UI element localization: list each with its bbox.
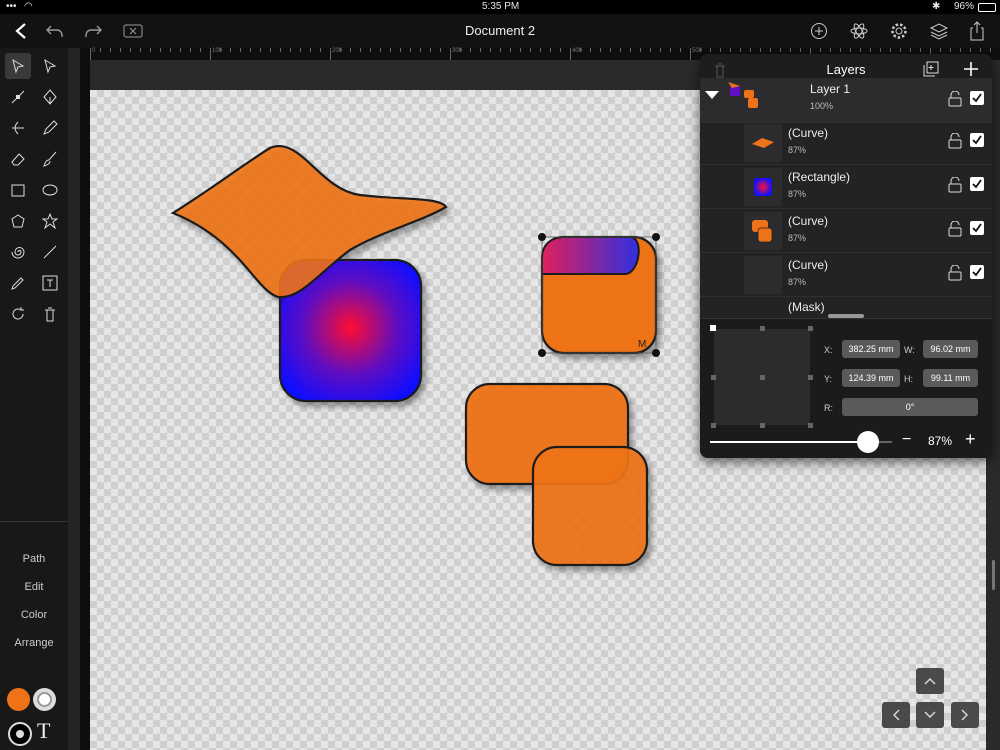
right-panel-handle[interactable] [992,560,995,590]
layers-panel: Layers Layer 1 100% (Curve) 87% (Rectang… [700,54,992,458]
y-field[interactable]: 124.39 mm [842,369,900,387]
lock-open-icon[interactable] [948,91,962,107]
anchor-point[interactable] [760,326,765,331]
layer-name: (Curve) [788,126,829,140]
anchor-point[interactable] [711,375,716,380]
duplicate-icon [923,61,939,77]
x-field[interactable]: 382.25 mm [842,340,900,358]
nudge-left-button[interactable] [882,702,910,728]
chevron-left-icon [893,709,900,721]
trash-icon [715,63,725,78]
rotation-field[interactable]: 0° [842,398,978,416]
opacity-increase-button[interactable]: + [965,429,976,450]
checkmark-icon [972,93,982,103]
checkmark-icon [972,267,982,277]
layer-row[interactable]: (Rectangle) 87% [700,164,992,209]
layer-thumbnail [744,212,782,250]
lock-open-icon[interactable] [948,133,962,149]
orange-rounded-rect-bottom[interactable] [531,445,649,567]
opacity-slider[interactable] [710,431,892,453]
lock-open-icon[interactable] [948,265,962,281]
chevron-right-icon [961,709,968,721]
chevron-down-icon [924,711,936,718]
layer-name: (Curve) [788,258,829,272]
opacity-decrease-button[interactable]: − [902,431,911,449]
h-label: H: [904,374,913,384]
selection-handle[interactable] [538,233,546,241]
visibility-checkbox[interactable] [970,177,984,191]
plus-icon [964,62,978,76]
w-label: W: [904,345,915,355]
mask-marker-label: M [638,339,646,350]
layer-opacity: 87% [788,277,807,287]
opacity-slider-fill [710,441,869,443]
selection-handle[interactable] [538,349,546,357]
disclosure-triangle-icon[interactable] [704,90,720,100]
lock-open-icon[interactable] [948,177,962,193]
visibility-checkbox[interactable] [970,133,984,147]
layer-name: (Curve) [788,214,829,228]
h-field[interactable]: 99.11 mm [923,369,978,387]
layer-opacity: 87% [788,189,807,199]
x-label: X: [824,345,833,355]
anchor-point[interactable] [760,375,765,380]
visibility-checkbox[interactable] [970,91,984,105]
nudge-down-button[interactable] [916,702,944,728]
anchor-point[interactable] [808,326,813,331]
r-label: R: [824,403,833,413]
nudge-right-button[interactable] [951,702,979,728]
checkmark-icon [972,179,982,189]
checkmark-icon [972,223,982,233]
opacity-value: 87% [928,434,953,448]
layer-row[interactable]: (Curve) 87% [700,208,992,253]
visibility-checkbox[interactable] [970,221,984,235]
checkmark-icon [972,135,982,145]
layer-name: Layer 1 [810,82,851,96]
chevron-up-icon [924,678,936,685]
layer-row[interactable]: (Curve) 87% [700,252,992,297]
y-label: Y: [824,374,833,384]
visibility-checkbox[interactable] [970,265,984,279]
layer-name: (Rectangle) [788,170,851,184]
anchor-grid[interactable] [710,325,813,428]
layer-thumbnail [744,168,782,206]
transform-panel: X: 382.25 mm W: 96.02 mm Y: 124.39 mm H:… [700,318,992,458]
anchor-point-selected[interactable] [710,325,716,331]
layer-row[interactable]: (Curve) 87% [700,120,992,165]
anchor-point[interactable] [711,423,716,428]
w-field[interactable]: 96.02 mm [923,340,978,358]
layer-thumbnail [744,256,782,294]
opacity-slider-thumb[interactable] [857,431,880,453]
layer-name: (Mask) [788,300,825,314]
selection-handle[interactable] [652,349,660,357]
layer-opacity: 87% [788,233,807,243]
layer-row-group[interactable]: Layer 1 100% [700,78,992,123]
nudge-up-button[interactable] [916,668,944,694]
anchor-point[interactable] [808,423,813,428]
anchor-point[interactable] [760,423,765,428]
lock-open-icon[interactable] [948,221,962,237]
layer-thumbnail [744,124,782,162]
layer-opacity: 87% [788,145,807,155]
layers-title: Layers [826,62,866,77]
selection-handle[interactable] [652,233,660,241]
anchor-point[interactable] [808,375,813,380]
layer-thumbnail [728,82,758,108]
mask-gradient-region[interactable] [541,236,640,275]
layer-opacity: 100% [810,101,834,111]
